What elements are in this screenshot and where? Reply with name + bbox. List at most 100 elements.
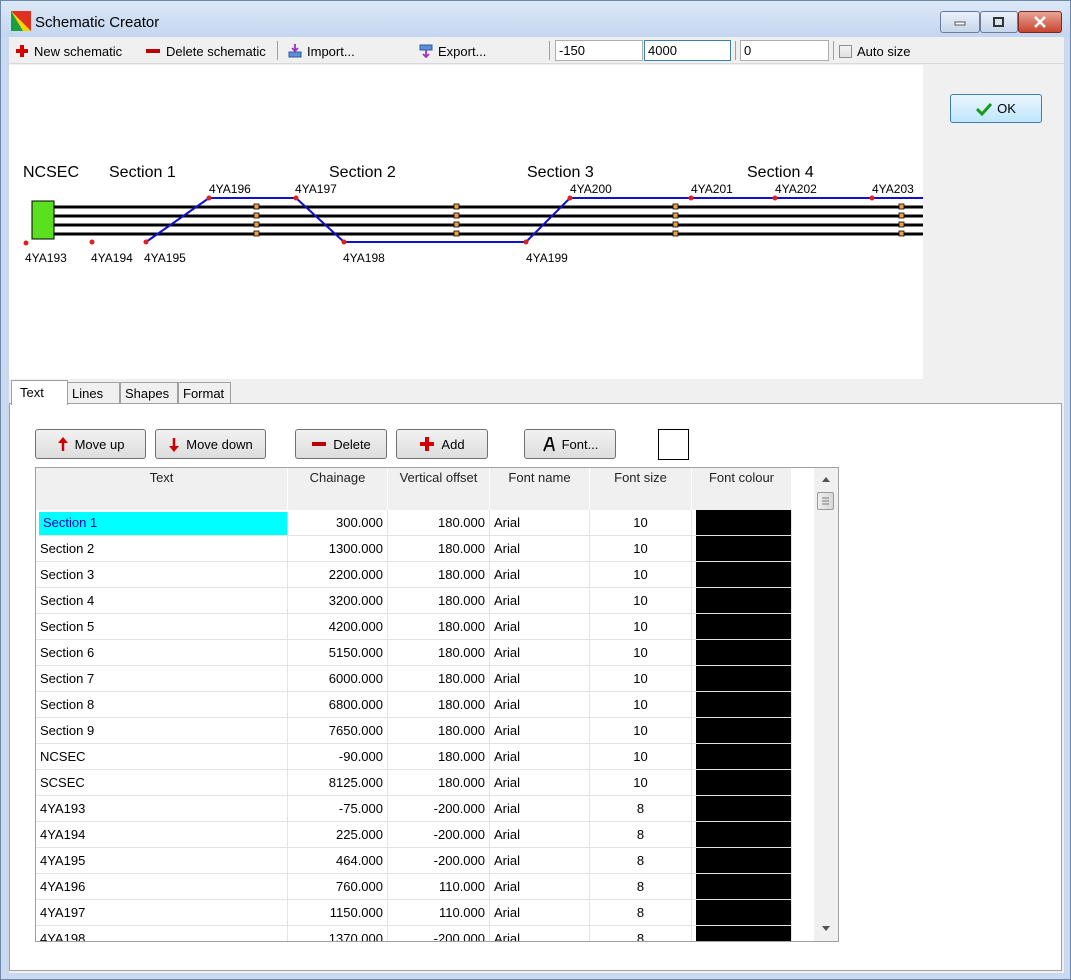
cell-font-size[interactable]: 8 — [590, 900, 692, 926]
right-bound-input[interactable] — [644, 40, 731, 61]
text-grid[interactable]: Text Chainage Vertical offset Font name … — [35, 467, 839, 942]
cell-font-colour[interactable] — [692, 744, 792, 770]
cell-vertical-offset[interactable]: 180.000 — [388, 614, 490, 640]
cell-font-name[interactable]: Arial — [490, 874, 590, 900]
cell-text[interactable]: NCSEC — [36, 744, 288, 770]
cell-font-colour[interactable] — [692, 536, 792, 562]
cell-font-name[interactable]: Arial — [490, 588, 590, 614]
cell-chainage[interactable]: -75.000 — [288, 796, 388, 822]
table-row[interactable]: 4YA195 464.000 -200.000 Arial 8 — [36, 848, 792, 874]
cell-vertical-offset[interactable]: 180.000 — [388, 640, 490, 666]
tab-lines[interactable]: Lines — [67, 382, 120, 404]
move-up-button[interactable]: Move up — [35, 429, 146, 459]
schematic-canvas[interactable]: NCSEC Section 1 Section 2 Section 3 Sect… — [9, 65, 923, 379]
cell-vertical-offset[interactable]: -200.000 — [388, 926, 490, 941]
offset-input[interactable] — [740, 40, 829, 61]
cell-font-name[interactable]: Arial — [490, 900, 590, 926]
cell-vertical-offset[interactable]: 180.000 — [388, 588, 490, 614]
cell-chainage[interactable]: -90.000 — [288, 744, 388, 770]
cell-font-colour[interactable] — [692, 718, 792, 744]
cell-font-colour[interactable] — [692, 796, 792, 822]
cell-vertical-offset[interactable]: 180.000 — [388, 770, 490, 796]
cell-font-colour[interactable] — [692, 692, 792, 718]
cell-font-size[interactable]: 8 — [590, 796, 692, 822]
tab-shapes[interactable]: Shapes — [120, 382, 178, 404]
cell-font-name[interactable]: Arial — [490, 718, 590, 744]
column-header-chainage[interactable]: Chainage — [288, 468, 388, 510]
cell-font-name[interactable]: Arial — [490, 562, 590, 588]
auto-size-checkbox[interactable]: Auto size — [839, 41, 910, 61]
cell-font-size[interactable]: 10 — [590, 536, 692, 562]
cell-vertical-offset[interactable]: 180.000 — [388, 510, 490, 536]
cell-vertical-offset[interactable]: 110.000 — [388, 874, 490, 900]
cell-font-name[interactable]: Arial — [490, 926, 590, 941]
table-row[interactable]: NCSEC -90.000 180.000 Arial 10 — [36, 744, 792, 770]
cell-vertical-offset[interactable]: 180.000 — [388, 562, 490, 588]
column-header-vertical-offset[interactable]: Vertical offset — [388, 468, 490, 510]
cell-text[interactable]: Section 9 — [36, 718, 288, 744]
move-down-button[interactable]: Move down — [155, 429, 266, 459]
cell-text[interactable]: Section 7 — [36, 666, 288, 692]
cell-font-colour[interactable] — [692, 562, 792, 588]
cell-vertical-offset[interactable]: 180.000 — [388, 718, 490, 744]
new-schematic-button[interactable]: New schematic — [15, 41, 122, 61]
cell-font-size[interactable]: 10 — [590, 666, 692, 692]
cell-font-size[interactable]: 10 — [590, 562, 692, 588]
scroll-down-arrow-icon[interactable] — [814, 920, 838, 936]
cell-font-name[interactable]: Arial — [490, 666, 590, 692]
cell-vertical-offset[interactable]: 110.000 — [388, 900, 490, 926]
ok-button[interactable]: OK — [950, 94, 1042, 123]
table-row[interactable]: 4YA198 1370.000 -200.000 Arial 8 — [36, 926, 792, 941]
cell-text[interactable]: Section 2 — [36, 536, 288, 562]
tab-text[interactable]: Text — [11, 380, 68, 405]
cell-font-size[interactable]: 10 — [590, 640, 692, 666]
cell-font-colour[interactable] — [692, 640, 792, 666]
cell-font-size[interactable]: 10 — [590, 744, 692, 770]
cell-chainage[interactable]: 4200.000 — [288, 614, 388, 640]
table-row[interactable]: Section 9 7650.000 180.000 Arial 10 — [36, 718, 792, 744]
cell-font-colour[interactable] — [692, 510, 792, 536]
cell-text[interactable]: SCSEC — [36, 770, 288, 796]
cell-text[interactable]: 4YA194 — [36, 822, 288, 848]
cell-text[interactable]: Section 4 — [36, 588, 288, 614]
vertical-scrollbar[interactable] — [814, 468, 838, 941]
minimize-button[interactable] — [940, 11, 980, 33]
table-row[interactable]: 4YA193 -75.000 -200.000 Arial 8 — [36, 796, 792, 822]
cell-font-colour[interactable] — [692, 874, 792, 900]
cell-text[interactable]: Section 8 — [36, 692, 288, 718]
cell-font-size[interactable]: 10 — [590, 718, 692, 744]
cell-text[interactable]: 4YA193 — [36, 796, 288, 822]
table-row[interactable]: Section 4 3200.000 180.000 Arial 10 — [36, 588, 792, 614]
cell-font-name[interactable]: Arial — [490, 614, 590, 640]
cell-font-colour[interactable] — [692, 614, 792, 640]
delete-schematic-button[interactable]: Delete schematic — [145, 41, 266, 61]
left-bound-input[interactable] — [555, 40, 643, 61]
cell-vertical-offset[interactable]: 180.000 — [388, 666, 490, 692]
cell-font-name[interactable]: Arial — [490, 692, 590, 718]
cell-chainage[interactable]: 300.000 — [288, 510, 388, 536]
cell-font-name[interactable]: Arial — [490, 640, 590, 666]
cell-font-colour[interactable] — [692, 770, 792, 796]
table-row[interactable]: 4YA194 225.000 -200.000 Arial 8 — [36, 822, 792, 848]
table-row[interactable]: Section 3 2200.000 180.000 Arial 10 — [36, 562, 792, 588]
cell-text[interactable]: Section 6 — [36, 640, 288, 666]
column-header-text[interactable]: Text — [36, 468, 288, 510]
add-button[interactable]: Add — [396, 429, 488, 459]
cell-font-name[interactable]: Arial — [490, 536, 590, 562]
cell-font-size[interactable]: 8 — [590, 848, 692, 874]
cell-font-size[interactable]: 8 — [590, 874, 692, 900]
cell-font-colour[interactable] — [692, 926, 792, 941]
maximize-button[interactable] — [980, 11, 1018, 33]
cell-text[interactable]: Section 5 — [36, 614, 288, 640]
cell-text[interactable]: 4YA195 — [36, 848, 288, 874]
title-bar[interactable]: Schematic Creator — [1, 1, 1070, 37]
cell-vertical-offset[interactable]: -200.000 — [388, 796, 490, 822]
table-row[interactable]: Section 5 4200.000 180.000 Arial 10 — [36, 614, 792, 640]
cell-chainage[interactable]: 7650.000 — [288, 718, 388, 744]
cell-font-colour[interactable] — [692, 822, 792, 848]
table-row[interactable]: Section 1 300.000 180.000 Arial 10 — [36, 510, 792, 536]
column-header-font-colour[interactable]: Font colour — [692, 468, 792, 510]
export-button[interactable]: Export... — [419, 41, 486, 61]
cell-chainage[interactable]: 5150.000 — [288, 640, 388, 666]
cell-font-size[interactable]: 10 — [590, 510, 692, 536]
